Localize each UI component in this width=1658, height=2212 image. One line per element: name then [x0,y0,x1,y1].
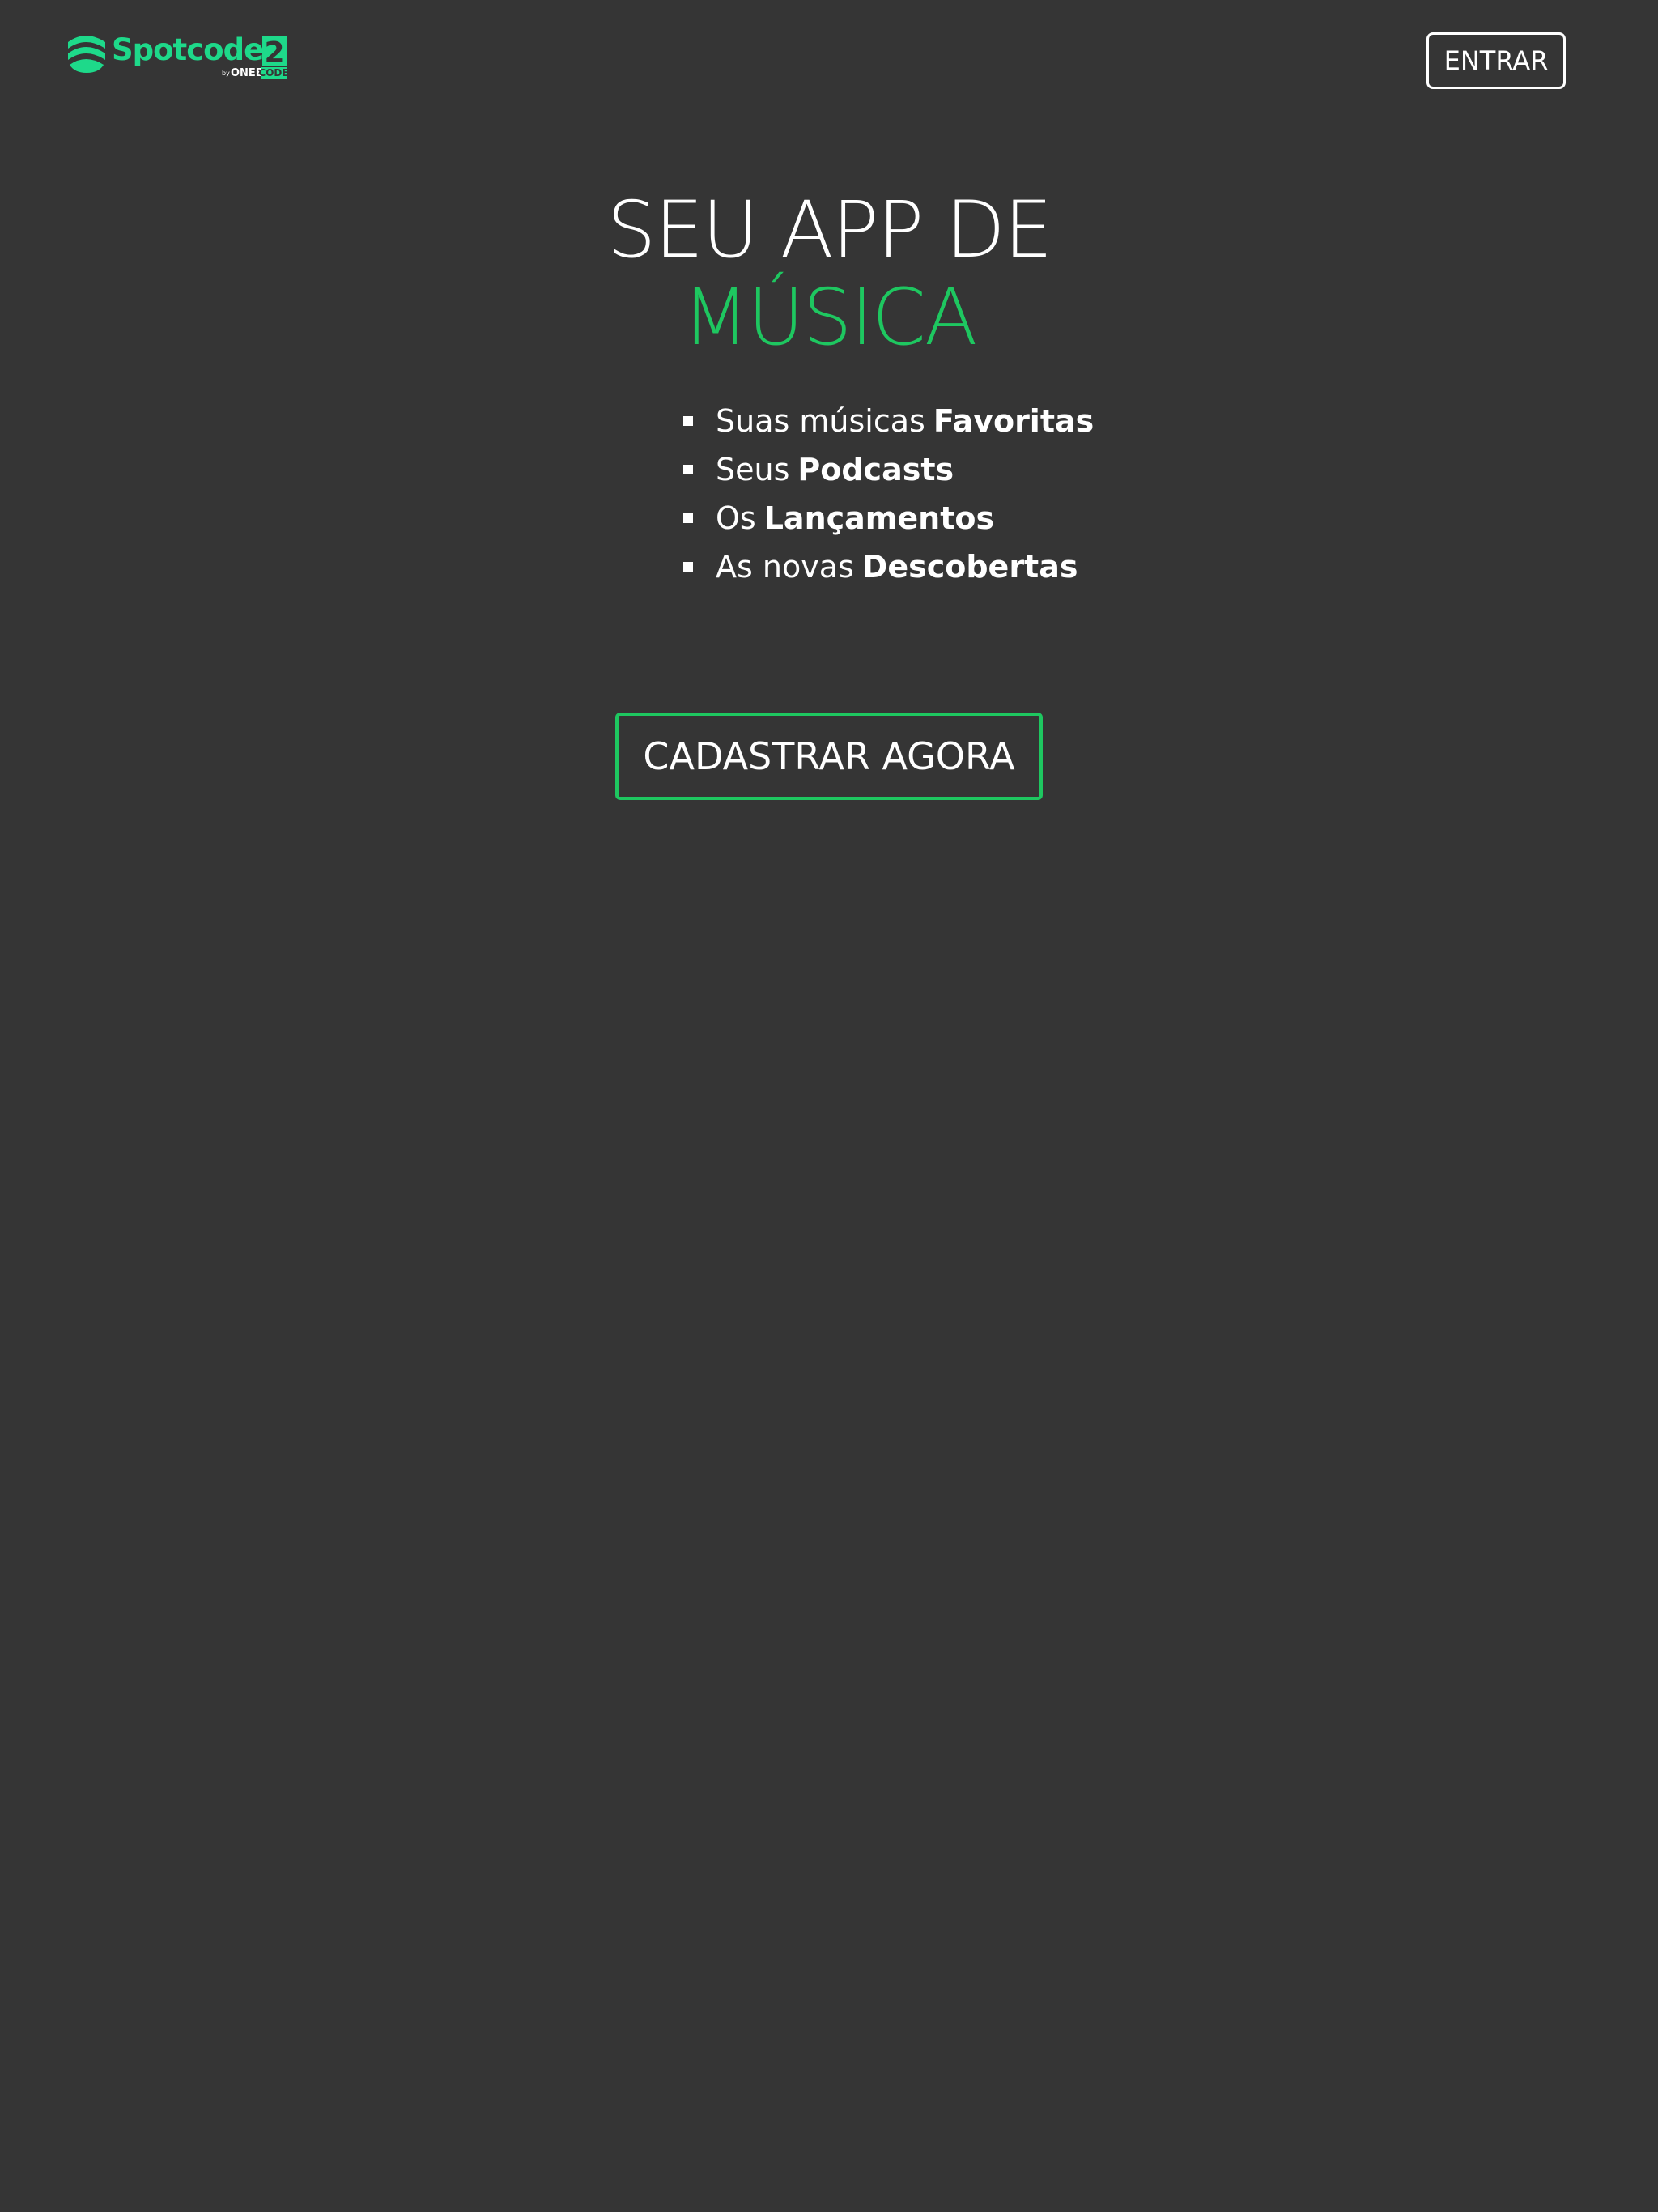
feature-item-discoveries: As novas Descobertas [683,542,1094,591]
square-bullet-icon [683,465,693,474]
features-list: Suas músicas Favoritas Seus Podcasts Os … [683,397,1094,591]
feature-item-releases: Os Lançamentos [683,494,1094,542]
logo-brand-text: Spotcode [112,32,263,67]
login-button[interactable]: ENTRAR [1426,32,1566,89]
feature-highlight: Podcasts [797,452,954,487]
feature-prefix: As novas [716,549,854,585]
hero-title-line1: SEU APP DE [606,185,1053,275]
square-bullet-icon [683,513,693,523]
logo-version-text: 2 [264,36,284,70]
feature-highlight: Descobertas [861,549,1078,585]
feature-prefix: Os [716,500,756,536]
square-bullet-icon [683,416,693,426]
feature-prefix: Seus [716,452,790,487]
feature-item-podcasts: Seus Podcasts [683,445,1094,494]
sound-waves-icon [68,36,105,73]
feature-item-favorites: Suas músicas Favoritas [683,397,1094,445]
spotcode-logo[interactable]: Spotcode 2 by ONEBIT CODE [66,31,288,83]
logo-byline-suffix: CODE [258,67,288,79]
feature-highlight: Favoritas [933,403,1095,439]
landing-page: Spotcode 2 by ONEBIT CODE ENTRAR SEU APP… [0,0,1658,2212]
feature-highlight: Lançamentos [763,500,995,536]
feature-prefix: Suas músicas [716,403,925,439]
signup-now-button[interactable]: CADASTRAR AGORA [615,713,1043,800]
hero-title-line2: MÚSICA [682,272,977,363]
logo-byline-prefix: by [222,70,230,77]
square-bullet-icon [683,562,693,572]
logo-graphic: Spotcode 2 by ONEBIT CODE [68,32,288,79]
